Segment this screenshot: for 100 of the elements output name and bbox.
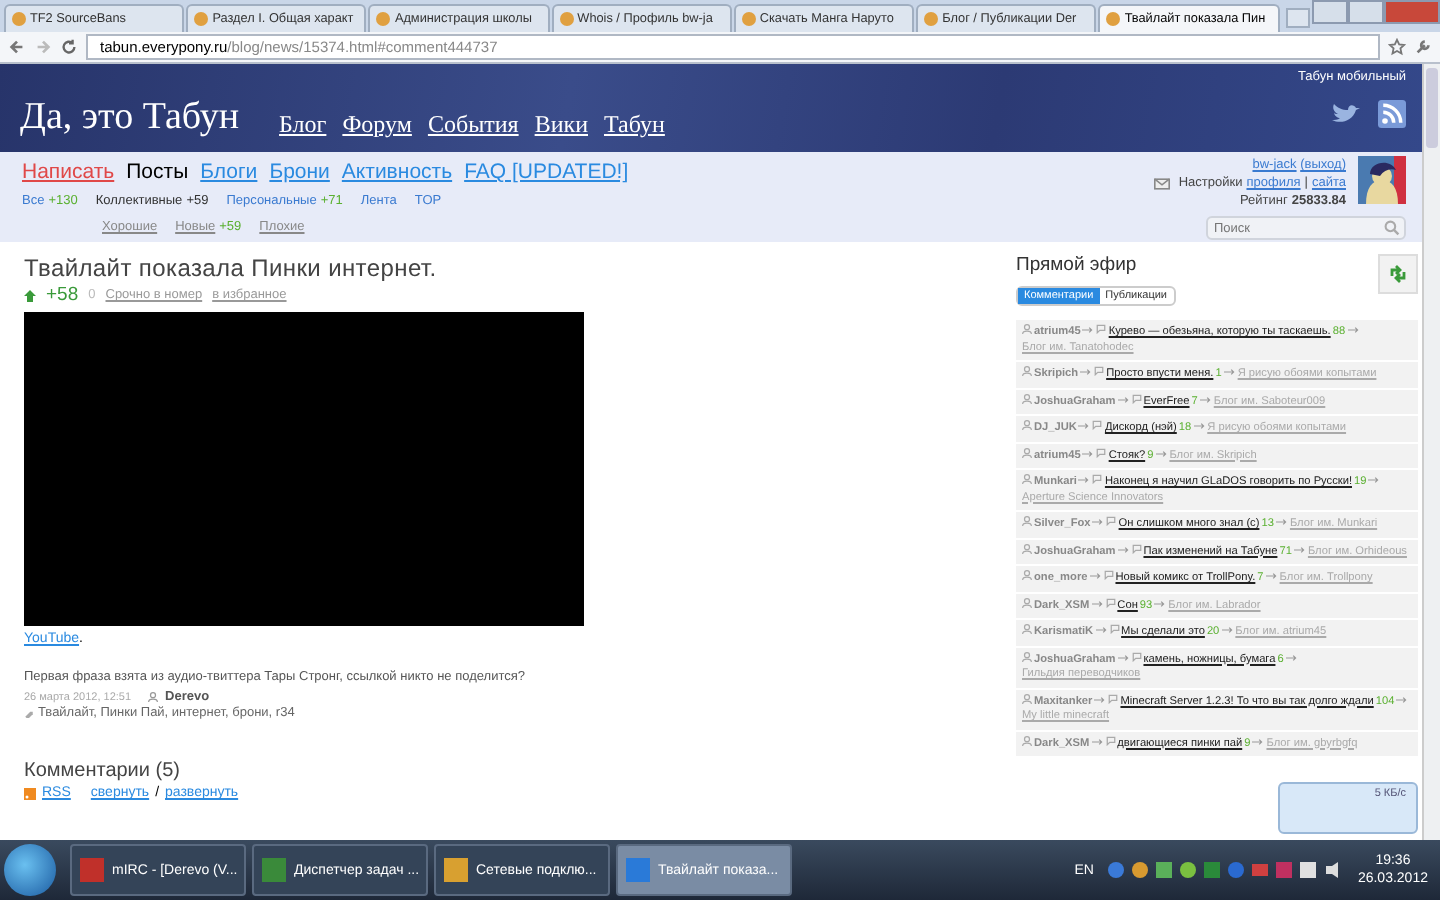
arrow-icon xyxy=(1368,476,1381,484)
arrow-icon xyxy=(1252,737,1265,745)
vote-up-icon[interactable] xyxy=(24,289,36,301)
arrow-icon xyxy=(1078,476,1091,484)
comment-icon xyxy=(1096,447,1107,457)
forward-icon[interactable] xyxy=(34,38,52,56)
comment-icon xyxy=(1092,420,1103,430)
menu-link[interactable]: Написать xyxy=(22,160,115,184)
arrow-icon xyxy=(1347,326,1360,334)
menu-link[interactable]: Посты xyxy=(126,160,189,184)
comment-icon xyxy=(1131,651,1142,661)
user-icon xyxy=(1022,516,1032,526)
menu-link[interactable]: FAQ [UPDATED!] xyxy=(464,160,629,184)
search-icon[interactable] xyxy=(1384,220,1400,236)
arrow-icon xyxy=(1275,518,1288,526)
favicon-icon xyxy=(194,12,209,26)
star-icon[interactable] xyxy=(1388,38,1406,56)
arrow-icon xyxy=(1396,695,1409,703)
arrow-icon xyxy=(1193,422,1206,430)
comment-icon xyxy=(1096,324,1107,334)
minimize-button[interactable] xyxy=(1312,0,1348,24)
close-button[interactable] xyxy=(1384,0,1440,24)
favicon-icon xyxy=(12,12,26,26)
bird-icon[interactable] xyxy=(1330,102,1362,126)
favicon-icon xyxy=(924,12,939,26)
comment-icon xyxy=(1103,570,1114,580)
favicon-icon xyxy=(559,12,574,26)
rss-icon[interactable] xyxy=(24,787,36,799)
comment-icon xyxy=(1094,366,1105,376)
user-icon xyxy=(1022,651,1032,661)
reload-icon[interactable] xyxy=(60,38,78,56)
comments-title: Комментарии (5) xyxy=(24,760,182,782)
arrow-icon xyxy=(1117,653,1130,661)
user-icon xyxy=(1022,624,1032,634)
user-icon xyxy=(1022,693,1032,703)
arrow-icon xyxy=(1221,626,1234,634)
user-icon xyxy=(1022,366,1032,376)
nav-link[interactable]: События xyxy=(427,110,519,140)
comment-icon xyxy=(1106,516,1117,526)
arrow-icon xyxy=(1094,695,1107,703)
user-icon xyxy=(147,692,158,702)
menu-link[interactable]: Блоги xyxy=(200,160,258,184)
wrench-icon[interactable] xyxy=(1414,38,1432,56)
comment-icon xyxy=(1109,624,1120,634)
score-label: +58 xyxy=(46,284,79,306)
user-icon xyxy=(1022,735,1032,745)
comment-icon xyxy=(1108,693,1119,703)
arrow-icon xyxy=(1155,449,1168,457)
arrow-icon xyxy=(1089,572,1102,580)
refresh-icon xyxy=(1388,264,1408,284)
comment-icon xyxy=(1105,597,1116,607)
avatar-icon[interactable] xyxy=(1358,156,1406,204)
comment-icon xyxy=(1092,474,1103,484)
user-icon xyxy=(1022,597,1032,607)
menu-link[interactable]: Активность xyxy=(341,160,453,184)
arrow-icon xyxy=(1199,395,1212,403)
user-icon xyxy=(1022,324,1032,334)
arrow-icon xyxy=(1082,449,1095,457)
user-icon xyxy=(1022,474,1032,484)
arrow-icon xyxy=(1080,368,1093,376)
arrow-icon xyxy=(1091,599,1104,607)
arrow-icon xyxy=(1095,626,1108,634)
start-button[interactable] xyxy=(4,844,56,896)
arrow-icon xyxy=(1293,545,1306,553)
new-tab-button[interactable] xyxy=(1285,8,1310,28)
nav-link[interactable]: Форум xyxy=(342,110,412,140)
nav-link[interactable]: Табун xyxy=(604,110,665,140)
favicon-icon xyxy=(376,12,391,26)
favicon-icon xyxy=(1106,12,1121,26)
arrow-icon xyxy=(1117,395,1130,403)
favicon-icon xyxy=(741,12,756,26)
tag-icon xyxy=(24,708,34,718)
comment-icon xyxy=(1105,735,1116,745)
menu-link[interactable]: Брони xyxy=(269,160,330,184)
arrow-icon xyxy=(1092,518,1105,526)
arrow-icon xyxy=(1223,368,1236,376)
maximize-button[interactable] xyxy=(1348,0,1384,24)
sidebar-title: Прямой эфир xyxy=(1016,254,1139,276)
comment-icon xyxy=(1131,543,1142,553)
user-icon xyxy=(1022,570,1032,580)
user-icon xyxy=(1022,420,1032,430)
mail-icon[interactable] xyxy=(1154,177,1171,189)
site-title[interactable]: Да, это Табун xyxy=(20,96,240,140)
arrow-icon xyxy=(1082,326,1095,334)
arrow-icon xyxy=(1154,599,1167,607)
back-icon[interactable] xyxy=(8,38,26,56)
arrow-icon xyxy=(1091,737,1104,745)
user-icon xyxy=(1022,543,1032,553)
arrow-icon xyxy=(1265,572,1278,580)
nav-link[interactable]: Блог xyxy=(279,110,327,140)
user-icon xyxy=(1022,393,1032,403)
arrow-icon xyxy=(1285,653,1298,661)
user-icon xyxy=(1022,447,1032,457)
nav-link[interactable]: Вики xyxy=(534,110,588,140)
arrow-icon xyxy=(1078,422,1091,430)
rss-icon[interactable] xyxy=(1378,100,1406,128)
comment-icon xyxy=(1131,393,1142,403)
refresh-button[interactable] xyxy=(1378,254,1418,294)
arrow-icon xyxy=(1117,545,1130,553)
post-title: Твайлайт показала Пинки интернет. xyxy=(24,254,439,282)
